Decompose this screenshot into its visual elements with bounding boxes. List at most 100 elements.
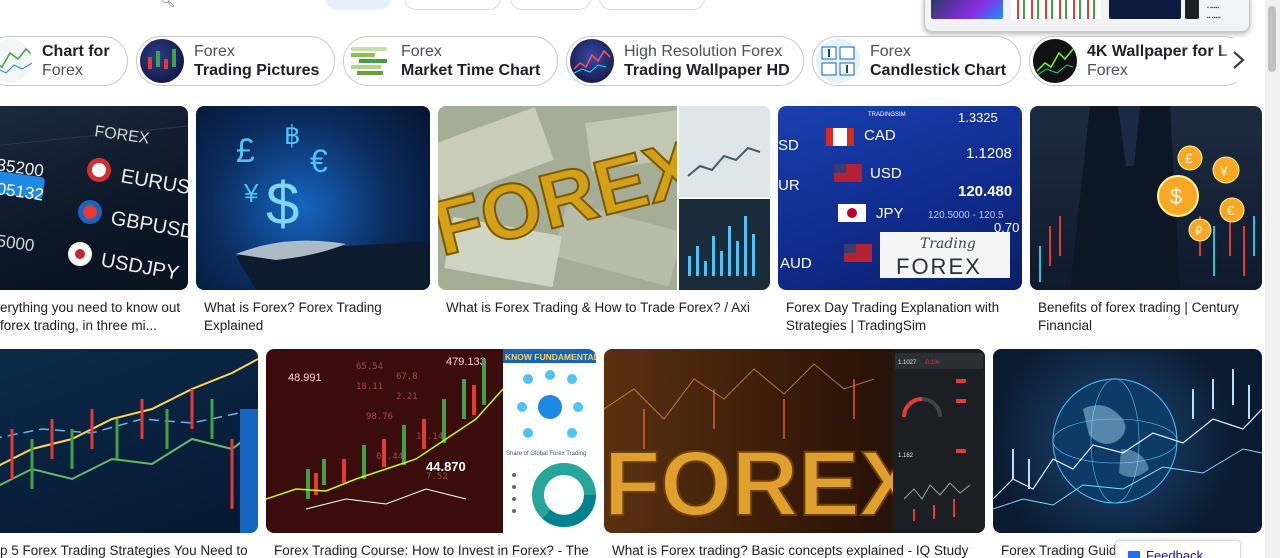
image-result[interactable]: FOREX 35200 05132 5000 EURUSD GBPUSD USD… <box>0 106 188 342</box>
image-result[interactable]: TRADINGSIM CAD USD JPY AUD SD UR 1.3325 … <box>778 106 1022 342</box>
chip-thumbnail <box>140 39 184 83</box>
tool-pill-2[interactable] <box>510 0 591 10</box>
svg-text:18.14: 18.14 <box>416 432 443 442</box>
chip-forex-market-time-chart[interactable]: Forex Market Time Chart <box>343 36 558 86</box>
image-result[interactable]: FOREX 1.1027 -0.1% 1.182 What is Forex t… <box>604 349 985 558</box>
image-result[interactable]: p 5 Forex Trading Strategies You Need to <box>0 349 258 558</box>
svg-text:98.76: 98.76 <box>366 412 393 422</box>
image-text: 5000 <box>0 231 36 255</box>
result-caption[interactable]: erything you need to know out forex trad… <box>0 299 186 335</box>
chip-forex-candlestick-chart[interactable]: Forex Candlestick Chart <box>812 36 1021 86</box>
chip-chart-for-forex[interactable]: Chart for Forex <box>0 36 128 86</box>
image-text: 1.1027 <box>898 360 917 366</box>
chevron-right-icon <box>1233 51 1245 69</box>
image-text: 1.182 <box>898 453 914 459</box>
svg-text:18.11: 18.11 <box>356 382 383 392</box>
feedback-label: Feedback <box>1146 548 1204 558</box>
image-text: $ <box>1170 184 1182 209</box>
image-text: 120.480 <box>958 183 1012 200</box>
chip-label-line2: Market Time Chart <box>401 62 541 79</box>
chip-high-resolution-forex-wallpaper[interactable]: High Resolution Forex Trading Wallpaper H… <box>566 36 804 86</box>
image-text: EURUSD <box>119 165 188 201</box>
image-text: ₽ <box>1195 224 1203 238</box>
svg-text:65.54: 65.54 <box>356 362 383 372</box>
image-text: £ <box>1185 150 1193 166</box>
image-search-results: 🔍︎ ▪ ▪▪▪▪▪ ▪▪ ▪▪▪▪▪ Chart for Forex Forex… <box>0 0 1280 558</box>
result-thumbnail[interactable]: FOREX <box>438 106 770 290</box>
chip-thumbnail <box>570 39 614 83</box>
image-text: £ <box>236 132 255 170</box>
image-text: FOREX <box>93 123 150 148</box>
svg-text:2.21: 2.21 <box>396 392 418 402</box>
image-text: USD <box>870 165 902 182</box>
image-text: -0.1% <box>924 360 940 366</box>
image-text: KNOW FUNDAMENTAL ANA <box>505 352 596 362</box>
image-result[interactable]: FOREX What is Forex Trading & How to Tra… <box>438 106 770 342</box>
image-text: SD <box>778 137 799 154</box>
image-text: ¥ <box>1219 163 1228 179</box>
image-result[interactable]: £ ฿ € ¥ $ What is Forex? Forex Trading E… <box>196 106 430 342</box>
chip-thumbnail <box>0 39 32 83</box>
scrollbar[interactable] <box>1265 0 1280 558</box>
image-text: Trading <box>920 236 976 252</box>
result-caption[interactable]: What is Forex trading? Basic concepts ex… <box>612 542 977 558</box>
image-text: FOREX <box>896 254 982 279</box>
image-result[interactable]: 65.54 67.8 18.11 2.21 98.76 18.14 04.44 7.52 47… <box>266 349 596 558</box>
chip-label-line1: Chart for <box>42 43 110 60</box>
chip-label-line1: High Resolution Forex <box>624 43 783 60</box>
scrollbar-thumb[interactable] <box>1268 6 1276 72</box>
feedback-button[interactable]: Feedback <box>1115 540 1241 558</box>
chip-label-line1: Forex <box>194 43 235 60</box>
image-text: Share of Global Forex Trading <box>506 451 586 457</box>
image-text: USDJPY <box>99 249 181 284</box>
image-text: 1.1208 <box>966 145 1012 162</box>
image-text: 120.5000 - 120.5 <box>928 210 1004 221</box>
chip-label-line2: Trading Wallpaper HD <box>624 62 790 79</box>
image-text: € <box>1227 203 1235 218</box>
result-caption[interactable]: Forex Trading Course: How to Invest in F… <box>274 542 588 558</box>
image-text: CAD <box>864 127 896 144</box>
chip-label-line1: 4K Wallpaper for L <box>1087 43 1228 60</box>
chip-thumbnail <box>347 39 391 83</box>
result-thumbnail[interactable] <box>0 349 258 533</box>
result-caption[interactable]: What is Forex Trading & How to Trade For… <box>446 299 762 317</box>
result-thumbnail[interactable]: FOREX 35200 05132 5000 EURUSD GBPUSD USD… <box>0 106 188 290</box>
result-thumbnail[interactable]: £ ¥ $ € ₽ <box>1030 106 1262 290</box>
image-text: 48.991 <box>288 372 322 384</box>
image-text: TRADINGSIM <box>868 112 906 118</box>
svg-text:67.8: 67.8 <box>396 372 418 382</box>
image-text: $ <box>266 170 299 237</box>
chip-label-line1: Forex <box>401 43 442 60</box>
result-thumbnail[interactable]: 65.54 67.8 18.11 2.21 98.76 18.14 04.44 7.52 47… <box>266 349 596 533</box>
image-text: AUD <box>780 255 812 272</box>
chip-thumbnail <box>1033 39 1077 83</box>
image-text: GBPUSD <box>109 207 188 243</box>
result-thumbnail[interactable]: FOREX 1.1027 -0.1% 1.182 <box>604 349 985 533</box>
image-text: ฿ <box>284 120 301 150</box>
result-caption[interactable]: Benefits of forex trading | Century Fina… <box>1038 299 1254 335</box>
result-caption[interactable]: p 5 Forex Trading Strategies You Need to <box>0 542 250 558</box>
tool-pill-1[interactable] <box>404 0 501 10</box>
chip-forex-trading-pictures[interactable]: Forex Trading Pictures <box>136 36 335 86</box>
image-text: JPY <box>876 205 904 222</box>
chip-label-line2: Candlestick Chart <box>870 62 1007 79</box>
image-result[interactable]: £ ¥ $ € ₽ Benefits of forex trading | Ce… <box>1030 106 1262 342</box>
result-caption[interactable]: What is Forex? Forex Trading Explained <box>204 299 422 335</box>
chip-4k-wallpaper-for-forex[interactable]: 4K Wallpaper for L Forex <box>1029 36 1249 86</box>
search-icon[interactable]: 🔍︎ <box>160 0 175 8</box>
tab-images[interactable] <box>325 0 391 10</box>
chips-next-button[interactable] <box>1218 38 1258 82</box>
result-thumbnail[interactable]: £ ฿ € ¥ $ <box>196 106 430 290</box>
image-text: FOREX <box>604 433 921 533</box>
image-result[interactable]: Forex Trading Guide <box>993 349 1262 558</box>
image-text: € <box>310 143 328 179</box>
tool-pill-3[interactable] <box>599 0 705 10</box>
result-thumbnail[interactable] <box>993 349 1262 533</box>
svg-text:04.44: 04.44 <box>376 452 403 462</box>
image-text: 44.870 <box>426 459 466 474</box>
preview-popup[interactable]: ▪ ▪▪▪▪▪ ▪▪ ▪▪▪▪▪ <box>924 0 1250 32</box>
image-text: ¥ <box>243 178 259 208</box>
result-caption[interactable]: Forex Day Trading Explanation with Strat… <box>786 299 1014 335</box>
result-thumbnail[interactable]: TRADINGSIM CAD USD JPY AUD SD UR 1.3325 … <box>778 106 1022 290</box>
chip-label-line1: Forex <box>870 43 911 60</box>
